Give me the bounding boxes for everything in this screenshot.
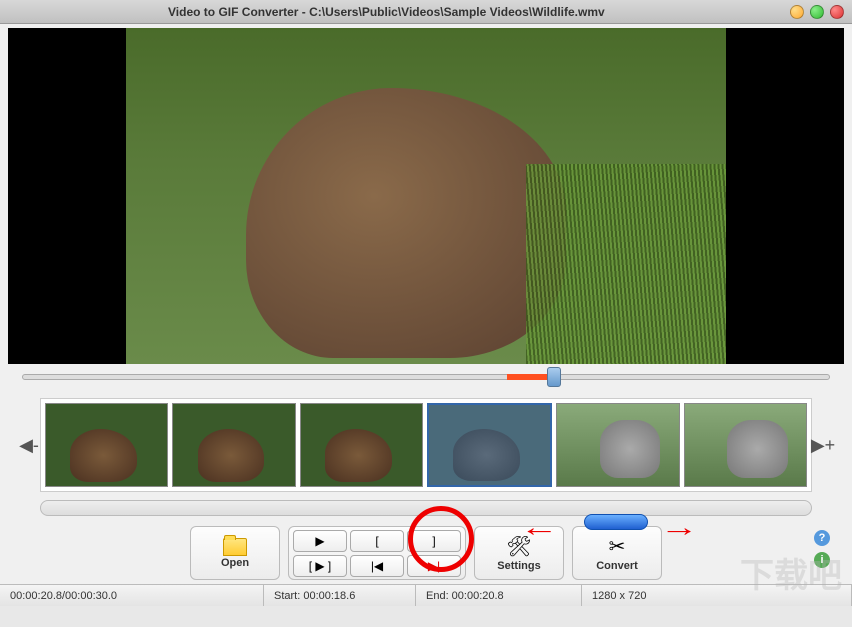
toolbar: Open ▶ [ ] [ ▶ ] |◀ ▶| 🛠 Settings ✂ Conv…	[8, 522, 844, 584]
filmstrip: ◀- ▶+	[8, 392, 844, 498]
filmstrip-prev-button[interactable]: ◀-	[22, 400, 36, 490]
preview-frame	[126, 28, 726, 364]
thumbnail-image	[198, 429, 265, 482]
seek-slider-row	[8, 364, 844, 392]
filmstrip-next-button[interactable]: ▶+	[816, 400, 830, 490]
mark-in-button[interactable]: [	[350, 530, 404, 552]
minimize-button[interactable]	[790, 5, 804, 19]
chevron-left-icon: ◀	[19, 435, 33, 456]
open-label: Open	[221, 557, 249, 569]
bracket-open-icon: [	[375, 534, 378, 548]
preview-image-content	[246, 88, 566, 358]
go-start-icon: |◀	[371, 559, 383, 573]
settings-group: 🛠 Settings	[474, 526, 564, 580]
preview-image-content	[526, 164, 726, 364]
play-button[interactable]: ▶	[293, 530, 347, 552]
filmstrip-frames	[40, 398, 812, 492]
status-time: 00:00:20.8/00:00:30.0	[0, 585, 264, 606]
thumbnail[interactable]	[556, 403, 679, 487]
folder-icon	[223, 538, 247, 556]
scissors-icon: ✂	[609, 534, 626, 559]
help-icon: ?	[819, 532, 826, 544]
thumbnail-image	[600, 420, 661, 477]
status-end: End: 00:00:20.8	[416, 585, 582, 606]
convert-label: Convert	[596, 560, 638, 572]
thumbnail[interactable]	[45, 403, 168, 487]
window-controls	[790, 5, 844, 19]
info-icon: i	[820, 554, 823, 566]
help-button[interactable]: ?	[814, 530, 830, 546]
filmstrip-scrollbar[interactable]	[40, 500, 812, 516]
bracket-close-icon: ]	[432, 534, 435, 548]
play-range-button[interactable]: [ ▶ ]	[293, 555, 347, 577]
thumbnail-image	[453, 429, 520, 481]
go-end-button[interactable]: ▶|	[407, 555, 461, 577]
play-range-icon: [ ▶ ]	[309, 559, 332, 573]
seek-thumb[interactable]	[547, 367, 561, 387]
open-button[interactable]: Open	[195, 538, 275, 569]
video-preview[interactable]	[8, 28, 844, 364]
go-start-button[interactable]: |◀	[350, 555, 404, 577]
play-icon: ▶	[315, 534, 324, 548]
minus-icon: -	[33, 435, 39, 456]
status-resolution: 1280 x 720	[582, 585, 852, 606]
settings-label: Settings	[497, 560, 540, 572]
open-group: Open	[190, 526, 280, 580]
thumbnail-image	[325, 429, 392, 482]
convert-button[interactable]: ✂ Convert	[577, 534, 657, 572]
thumbnail-image	[70, 429, 137, 482]
thumbnail[interactable]	[684, 403, 807, 487]
titlebar: Video to GIF Converter - C:\Users\Public…	[0, 0, 852, 24]
chevron-right-icon: ▶	[811, 435, 825, 456]
settings-button[interactable]: 🛠 Settings	[479, 534, 559, 572]
thumbnail[interactable]	[300, 403, 423, 487]
window-title: Video to GIF Converter - C:\Users\Public…	[8, 5, 605, 19]
selection-range	[507, 374, 547, 380]
thumbnail-image	[727, 420, 788, 477]
statusbar: 00:00:20.8/00:00:30.0 Start: 00:00:18.6 …	[0, 584, 852, 606]
status-start: Start: 00:00:18.6	[264, 585, 416, 606]
annotation-pill	[584, 514, 648, 530]
playback-group: ▶ [ ] [ ▶ ] |◀ ▶|	[288, 526, 466, 580]
mark-out-button[interactable]: ]	[407, 530, 461, 552]
about-button[interactable]: i	[814, 552, 830, 568]
seek-slider[interactable]	[22, 374, 830, 380]
plus-icon: +	[825, 435, 836, 456]
maximize-button[interactable]	[810, 5, 824, 19]
go-end-icon: ▶|	[428, 559, 440, 573]
convert-group: ✂ Convert	[572, 526, 662, 580]
thumbnail[interactable]	[172, 403, 295, 487]
close-button[interactable]	[830, 5, 844, 19]
main-area: ◀- ▶+ ← → Open ▶	[0, 24, 852, 584]
tools-icon: 🛠	[506, 534, 531, 559]
thumbnail-selected[interactable]	[427, 403, 552, 487]
